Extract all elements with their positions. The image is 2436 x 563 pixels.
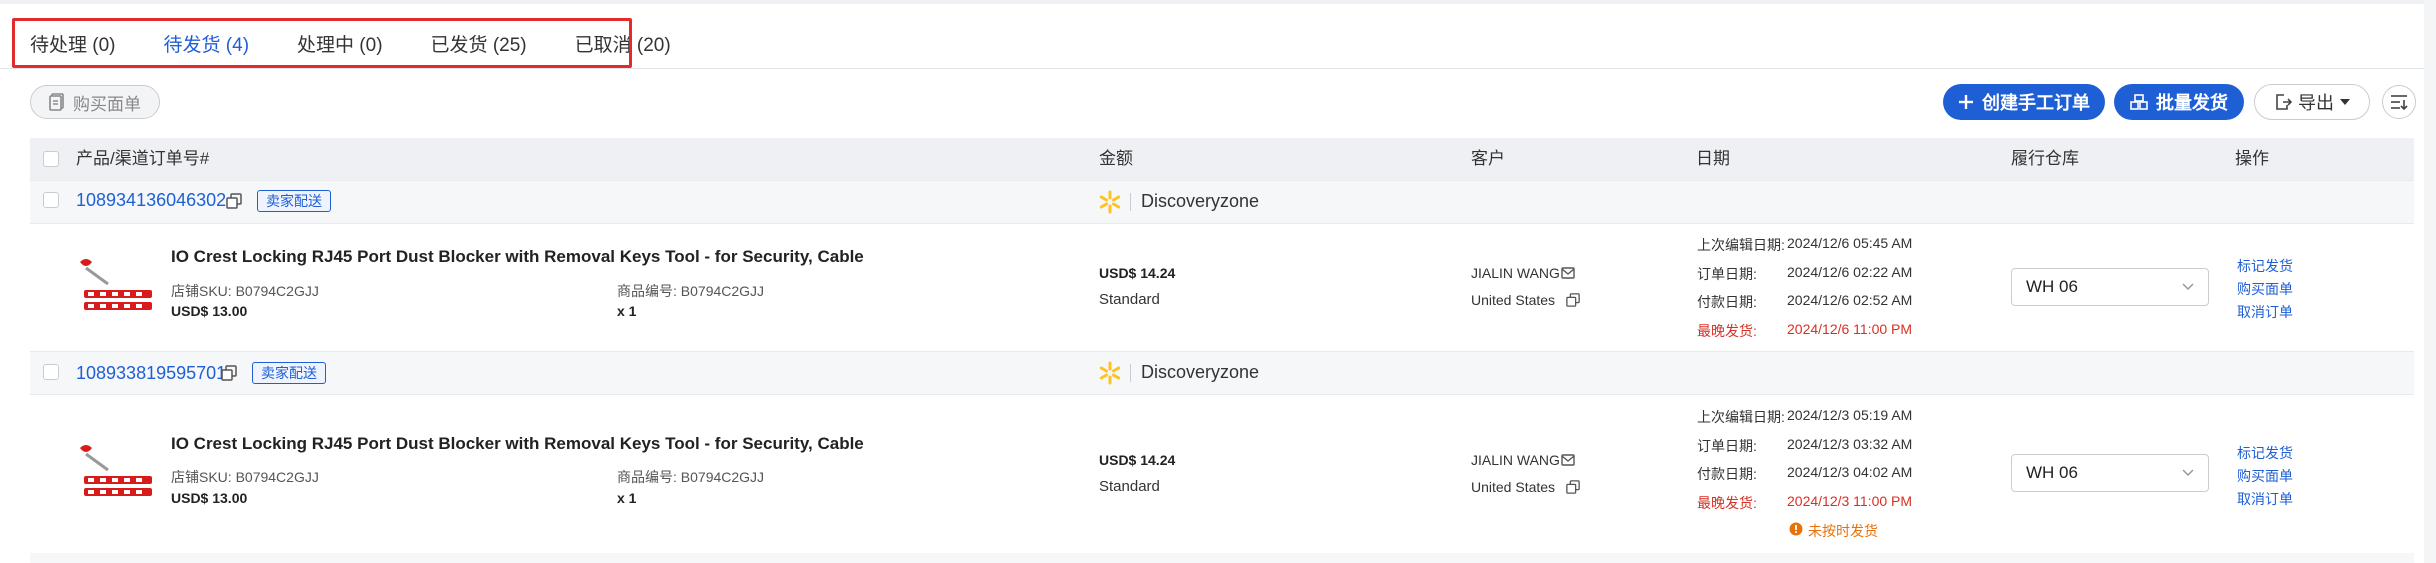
buy-label-text: 购买面单 — [73, 94, 141, 114]
plus-icon — [1959, 95, 1973, 109]
order-amount: USD$ 14.24 — [1099, 265, 1176, 281]
ship-by-value: 2024/12/3 11:00 PM — [1787, 493, 1913, 509]
select-all-checkbox[interactable] — [43, 151, 59, 167]
customer-name: JIALIN WANG — [1471, 452, 1560, 468]
mail-icon[interactable] — [1561, 267, 1575, 279]
cancel-order-link[interactable]: 取消订单 — [2237, 302, 2293, 322]
last-edit-value: 2024/12/6 05:45 AM — [1787, 235, 1913, 251]
header-amount: 金额 — [1099, 149, 1133, 168]
unit-price: USD$ 13.00 — [171, 490, 248, 506]
header-product: 产品/渠道订单号# — [76, 149, 210, 168]
fulfillment-tag: 卖家配送 — [257, 190, 331, 212]
buy-label-link[interactable]: 购买面单 — [2237, 279, 2293, 299]
shipping-service: Standard — [1099, 291, 1160, 308]
store-sku: 店铺SKU: B0794C2GJJ — [171, 283, 319, 299]
order-date-label: 订单日期: — [1697, 266, 1757, 282]
export-icon — [2276, 94, 2292, 110]
order-checkbox[interactable] — [43, 192, 59, 208]
fulfillment-tag: 卖家配送 — [252, 362, 326, 384]
chevron-down-icon — [2182, 469, 2194, 477]
item-number: 商品编号: B0794C2GJJ — [617, 283, 765, 299]
create-manual-order-button[interactable]: 创建手工订单 — [1943, 84, 2105, 120]
walmart-spark-icon — [1099, 190, 1121, 214]
last-edit-label: 上次编辑日期: — [1697, 237, 1785, 253]
copy-icon[interactable] — [1566, 293, 1580, 307]
ship-by-label: 最晚发货: — [1697, 495, 1757, 511]
top-strip — [0, 0, 2436, 4]
warning-icon — [1789, 522, 1803, 536]
cancel-order-link[interactable]: 取消订单 — [2237, 489, 2293, 509]
order-checkbox[interactable] — [43, 364, 59, 380]
order-amount: USD$ 14.24 — [1099, 452, 1176, 468]
order-number-link[interactable]: 108934136046302 — [76, 190, 226, 211]
last-edit-label: 上次编辑日期: — [1697, 409, 1785, 425]
buy-label-link[interactable]: 购买面单 — [2237, 466, 2293, 486]
warehouse-value: WH 06 — [2026, 463, 2078, 482]
late-shipment-warning: 未按时发货 — [1808, 523, 1878, 539]
walmart-spark-icon — [1099, 361, 1121, 385]
quantity: x 1 — [617, 303, 637, 319]
product-image[interactable] — [78, 444, 158, 508]
create-manual-order-text: 创建手工订单 — [1982, 93, 2090, 113]
store-divider — [1130, 364, 1131, 382]
caret-down-icon — [2340, 99, 2350, 105]
customer-country: United States — [1471, 479, 1556, 495]
warehouse-select[interactable]: WH 06 — [2011, 454, 2209, 492]
mail-icon[interactable] — [1561, 454, 1575, 466]
last-edit-value: 2024/12/3 05:19 AM — [1787, 407, 1913, 423]
warehouse-select[interactable]: WH 06 — [2011, 268, 2209, 306]
copy-icon[interactable] — [221, 365, 237, 381]
export-button[interactable]: 导出 — [2254, 84, 2370, 120]
store-divider — [1130, 193, 1131, 211]
header-date: 日期 — [1696, 149, 1730, 168]
unit-price: USD$ 13.00 — [171, 303, 248, 319]
quantity: x 1 — [617, 490, 637, 506]
ship-by-label: 最晚发货: — [1697, 323, 1757, 339]
order-number-link[interactable]: 108933819595701 — [76, 363, 226, 384]
copy-icon[interactable] — [226, 193, 242, 209]
payment-date-label: 付款日期: — [1697, 466, 1757, 482]
customer-name: JIALIN WANG — [1471, 265, 1560, 281]
header-warehouse: 履行仓库 — [2011, 149, 2079, 168]
store-name: Discoveryzone — [1141, 191, 1260, 211]
batch-ship-text: 批量发货 — [2156, 93, 2228, 113]
next-order-band — [30, 553, 2414, 563]
column-settings-icon — [2391, 95, 2408, 110]
store-name: Discoveryzone — [1141, 362, 1260, 382]
export-text: 导出 — [2298, 93, 2334, 113]
copy-icon[interactable] — [1566, 480, 1580, 494]
product-title[interactable]: IO Crest Locking RJ45 Port Dust Blocker … — [171, 247, 864, 267]
order-date-label: 订单日期: — [1697, 438, 1757, 454]
header-action: 操作 — [2235, 149, 2269, 168]
document-icon — [49, 93, 64, 111]
payment-date-label: 付款日期: — [1697, 294, 1757, 310]
tabs-divider — [0, 68, 2424, 69]
boxes-icon — [2130, 94, 2148, 110]
chevron-down-icon — [2182, 283, 2194, 291]
ship-by-value: 2024/12/6 11:00 PM — [1787, 321, 1913, 337]
payment-date-value: 2024/12/3 04:02 AM — [1787, 464, 1913, 480]
buy-label-button[interactable]: 购买面单 — [30, 85, 160, 119]
shipping-service: Standard — [1099, 478, 1160, 495]
product-image[interactable] — [78, 258, 158, 322]
store-sku: 店铺SKU: B0794C2GJJ — [171, 469, 319, 485]
mark-shipped-link[interactable]: 标记发货 — [2237, 256, 2293, 276]
mark-shipped-link[interactable]: 标记发货 — [2237, 443, 2293, 463]
scrollbar-track[interactable] — [2424, 0, 2436, 563]
header-customer: 客户 — [1471, 149, 1505, 168]
product-title[interactable]: IO Crest Locking RJ45 Port Dust Blocker … — [171, 434, 864, 454]
customer-country: United States — [1471, 292, 1556, 308]
warehouse-value: WH 06 — [2026, 277, 2078, 296]
column-settings-button[interactable] — [2382, 85, 2416, 119]
payment-date-value: 2024/12/6 02:52 AM — [1787, 292, 1913, 308]
order-date-value: 2024/12/3 03:32 AM — [1787, 436, 1913, 452]
order-date-value: 2024/12/6 02:22 AM — [1787, 264, 1913, 280]
item-number: 商品编号: B0794C2GJJ — [617, 469, 765, 485]
batch-ship-button[interactable]: 批量发货 — [2114, 84, 2244, 120]
tabs-highlight-box — [12, 18, 632, 68]
